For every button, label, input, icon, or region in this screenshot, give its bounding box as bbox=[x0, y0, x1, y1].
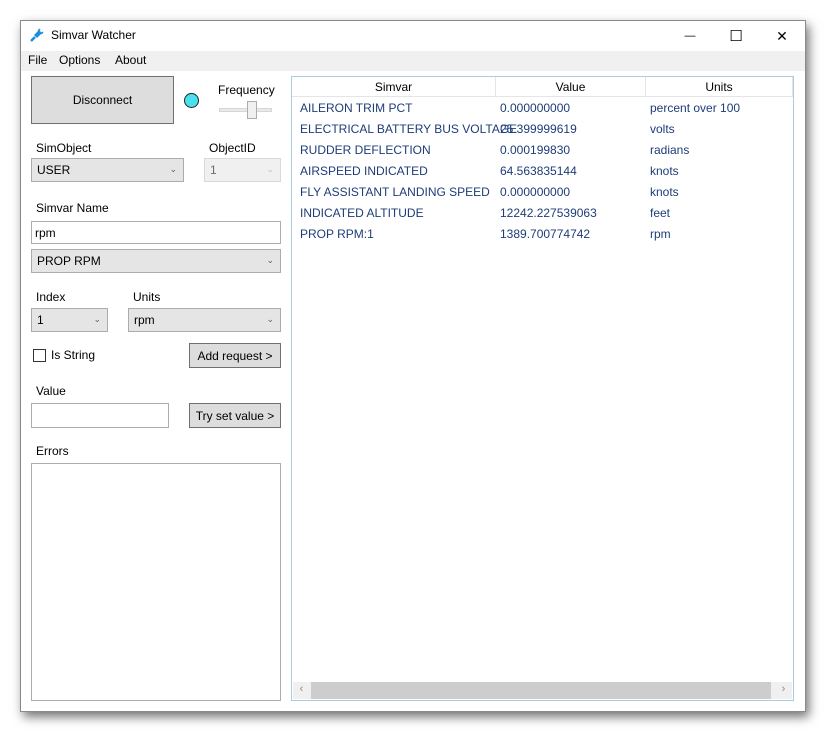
simobject-value: USER bbox=[37, 163, 71, 177]
menu-bar: File Options About bbox=[21, 51, 805, 71]
table-row[interactable]: AIRSPEED INDICATED 64.563835144 knots bbox=[292, 161, 792, 182]
table-row[interactable]: FLY ASSISTANT LANDING SPEED 0.000000000 kn… bbox=[292, 182, 792, 203]
objectid-label: ObjectID bbox=[209, 141, 256, 155]
cell-value: 25.399999619 bbox=[500, 122, 577, 136]
chevron-down-icon: ⌄ bbox=[93, 314, 101, 324]
close-icon: ✕ bbox=[776, 27, 788, 44]
cell-value: 1389.700774742 bbox=[500, 227, 591, 241]
units-label: Units bbox=[133, 290, 161, 304]
cell-simvar: AIRSPEED INDICATED bbox=[300, 164, 428, 178]
objectid-value: 1 bbox=[210, 163, 217, 177]
scroll-right-icon[interactable]: › bbox=[775, 683, 792, 698]
index-dropdown[interactable]: 1 ⌄ bbox=[31, 308, 108, 332]
errors-box[interactable] bbox=[31, 463, 281, 701]
table-row[interactable]: INDICATED ALTITUDE 12242.227539063 feet bbox=[292, 203, 792, 224]
cell-simvar: ELECTRICAL BATTERY BUS VOLTAGE bbox=[300, 122, 518, 136]
cell-simvar: AILERON TRIM PCT bbox=[300, 101, 413, 115]
is-string-checkbox[interactable] bbox=[33, 349, 46, 362]
frequency-label: Frequency bbox=[218, 83, 275, 97]
column-header-simvar[interactable]: Simvar bbox=[292, 77, 496, 97]
table-row[interactable]: RUDDER DEFLECTION 0.000199830 radians bbox=[292, 140, 792, 161]
cell-simvar: RUDDER DEFLECTION bbox=[300, 143, 431, 157]
column-header-units[interactable]: Units bbox=[646, 77, 793, 97]
menu-file[interactable]: File bbox=[28, 53, 47, 67]
cell-simvar: INDICATED ALTITUDE bbox=[300, 206, 424, 220]
index-label: Index bbox=[36, 290, 66, 304]
menu-about[interactable]: About bbox=[115, 53, 146, 67]
chevron-down-icon: ⌄ bbox=[169, 164, 177, 174]
menu-options[interactable]: Options bbox=[59, 53, 100, 67]
simvar-select-value: PROP RPM bbox=[37, 254, 101, 268]
cell-units: knots bbox=[650, 185, 679, 199]
cell-units: percent over 100 bbox=[650, 101, 741, 115]
minimize-button[interactable]: — bbox=[667, 21, 713, 51]
simvar-name-input-box[interactable] bbox=[31, 221, 281, 244]
cell-value: 0.000199830 bbox=[500, 143, 571, 157]
frequency-slider[interactable] bbox=[219, 101, 272, 121]
connection-status-indicator bbox=[184, 93, 199, 108]
table-row[interactable]: PROP RPM:1 1389.700774742 rpm bbox=[292, 224, 792, 245]
simobject-label: SimObject bbox=[36, 141, 92, 155]
errors-label: Errors bbox=[36, 444, 69, 458]
units-dropdown[interactable]: rpm ⌄ bbox=[128, 308, 281, 332]
close-button[interactable]: ✕ bbox=[759, 21, 805, 51]
cell-value: 0.000000000 bbox=[500, 101, 571, 115]
chevron-down-icon: ⌄ bbox=[266, 255, 274, 265]
window-title: Simvar Watcher bbox=[51, 28, 136, 42]
cell-value: 64.563835144 bbox=[500, 164, 577, 178]
add-request-button[interactable]: Add request > bbox=[189, 343, 281, 368]
try-set-value-button[interactable]: Try set value > bbox=[189, 403, 281, 428]
simvar-name-input[interactable] bbox=[32, 222, 280, 243]
table-row[interactable]: AILERON TRIM PCT 0.000000000 percent over … bbox=[292, 98, 792, 119]
value-input[interactable] bbox=[32, 404, 168, 427]
horizontal-scrollbar[interactable]: ‹ › bbox=[293, 682, 792, 699]
minimize-icon: — bbox=[684, 30, 696, 42]
cell-units: knots bbox=[650, 164, 679, 178]
disconnect-button[interactable]: Disconnect bbox=[31, 76, 174, 124]
scroll-left-icon[interactable]: ‹ bbox=[293, 683, 310, 698]
simvar-table: Simvar Value Units AILERON TRIM PCT 0.000… bbox=[291, 76, 794, 701]
simvar-dropdown[interactable]: PROP RPM ⌄ bbox=[31, 249, 281, 273]
cell-simvar: FLY ASSISTANT LANDING SPEED bbox=[300, 185, 490, 199]
scrollbar-thumb[interactable] bbox=[311, 682, 771, 699]
cell-value: 12242.227539063 bbox=[500, 206, 597, 220]
table-row[interactable]: ELECTRICAL BATTERY BUS VOLTAGE 25.3999996… bbox=[292, 119, 792, 140]
simvar-name-label: Simvar Name bbox=[36, 201, 109, 215]
units-value: rpm bbox=[134, 313, 155, 327]
maximize-button[interactable]: ☐ bbox=[713, 21, 759, 51]
chevron-down-icon: ⌄ bbox=[266, 164, 274, 174]
value-input-box[interactable] bbox=[31, 403, 169, 428]
slider-track bbox=[219, 108, 272, 112]
chevron-down-icon: ⌄ bbox=[266, 314, 274, 324]
title-bar: Simvar Watcher — ☐ ✕ bbox=[21, 21, 805, 51]
app-window: Simvar Watcher — ☐ ✕ File Options About … bbox=[20, 20, 806, 712]
plug-icon bbox=[30, 28, 44, 42]
objectid-dropdown[interactable]: 1 ⌄ bbox=[204, 158, 281, 182]
cell-units: radians bbox=[650, 143, 690, 157]
cell-units: rpm bbox=[650, 227, 671, 241]
index-value: 1 bbox=[37, 313, 44, 327]
maximize-icon: ☐ bbox=[729, 28, 743, 45]
column-header-value[interactable]: Value bbox=[496, 77, 646, 97]
is-string-label: Is String bbox=[51, 348, 96, 362]
slider-thumb[interactable] bbox=[247, 101, 257, 119]
cell-units: feet bbox=[650, 206, 671, 220]
cell-units: volts bbox=[650, 122, 675, 136]
cell-value: 0.000000000 bbox=[500, 185, 571, 199]
cell-simvar: PROP RPM:1 bbox=[300, 227, 374, 241]
value-label: Value bbox=[36, 384, 66, 398]
simobject-dropdown[interactable]: USER ⌄ bbox=[31, 158, 184, 182]
